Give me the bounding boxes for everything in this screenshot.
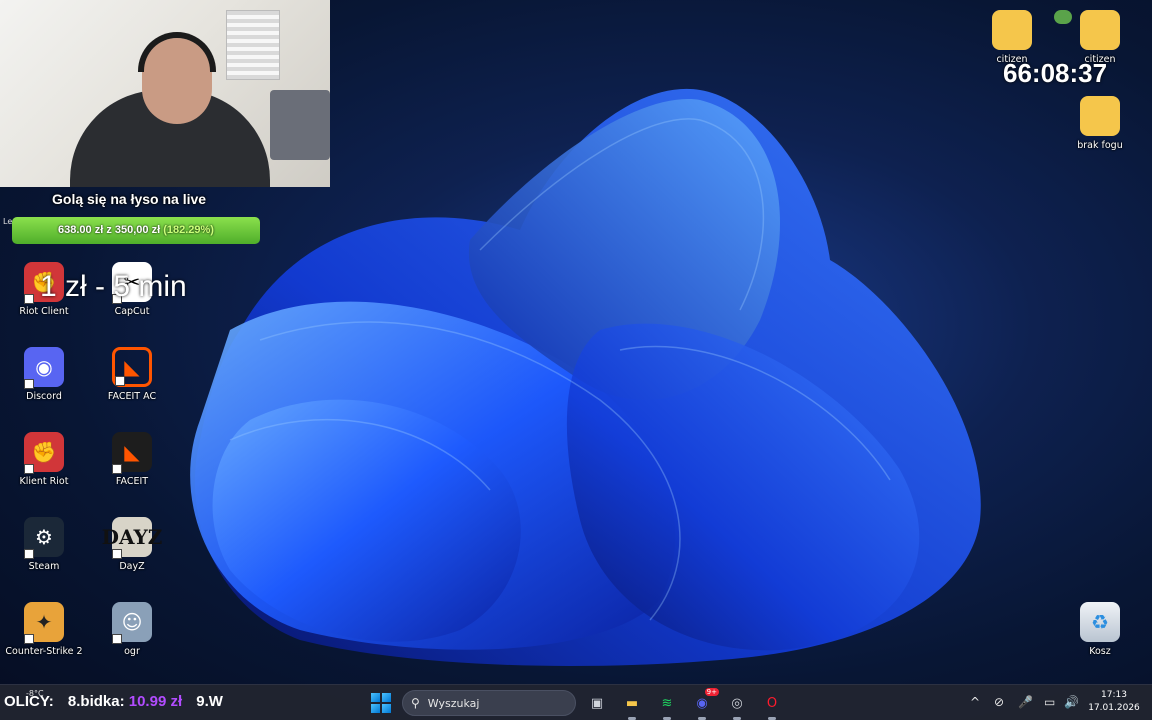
donation-goal-title: Golą się na łyso na live [52, 191, 207, 207]
taskbar-discord-button[interactable]: ◉ 9+ [690, 688, 719, 720]
faceit-ac-shield-icon: ◣ [112, 347, 152, 387]
taskbar-task-view-button[interactable]: ▣ [585, 691, 609, 715]
shortcut-arrow-icon [112, 549, 122, 559]
search-input[interactable] [427, 696, 558, 710]
shortcut-arrow-icon [24, 549, 34, 559]
discord-icon: ◉ [696, 695, 708, 711]
shortcut-arrow-icon [24, 379, 34, 389]
desktop-icon-label: FACEIT AC [107, 391, 157, 402]
cs2-icon: ✦ [24, 602, 64, 644]
desktop-icon-klient-riot[interactable]: ✊ Klient Riot [4, 432, 84, 487]
riot-fist-icon: ✊ [24, 432, 64, 474]
desktop-icon-discord[interactable]: ◉ Discord [4, 347, 84, 402]
recycle-bin-icon: ♻ [1080, 602, 1120, 642]
task-view-icon: ▣ [590, 695, 604, 711]
taskbar: -8°C OLICY: 8.bidka: 10.99 zł 9.W ⚲ ▣▬≋◉… [0, 684, 1152, 720]
desktop-icon-ogr[interactable]: ☺ ogr [92, 602, 172, 657]
donation-goal-text: 638.00 zł z 350,00 zł (182.29%) [58, 224, 214, 236]
window-blinds [226, 10, 280, 80]
desktop-icon-citizen-2[interactable]: citizen [1060, 10, 1140, 65]
desktop-icon-citizen-1[interactable]: citizen [972, 10, 1052, 65]
desktop-icon-faceit-ac[interactable]: ◣ FACEIT AC [92, 347, 172, 402]
desktop-icon-label: Steam [28, 561, 60, 572]
shortcut-arrow-icon [24, 294, 34, 304]
desktop-icon-steam[interactable]: ⚙ Steam [4, 517, 84, 572]
desktop-icon-label: Riot Client [19, 306, 69, 317]
show-hidden-icons-chevron-icon[interactable]: ^ [970, 695, 980, 709]
desktop-icon-faceit[interactable]: ◣ FACEIT [92, 432, 172, 487]
webcam-feed [0, 0, 330, 187]
folder-icon [1080, 96, 1120, 136]
windows-logo-icon [371, 693, 380, 702]
desktop-icon-label: DayZ [119, 561, 145, 572]
shortcut-arrow-icon [112, 464, 122, 474]
clock-date: 17.01.2026 [1088, 703, 1140, 713]
donation-goal-bar: 638.00 zł z 350,00 zł (182.29%) [12, 217, 260, 244]
shortcut-arrow-icon [24, 634, 34, 644]
desktop-icon-label: ogr [124, 646, 140, 657]
shortcut-arrow-icon [112, 634, 122, 644]
taskbar-clock[interactable]: 17:13 17.01.2026 [1088, 689, 1140, 715]
start-button[interactable] [371, 693, 391, 713]
shortcut-arrow-icon [24, 464, 34, 474]
folder-icon [992, 10, 1032, 50]
desktop-icon-label: Klient Riot [19, 476, 69, 487]
desktop-icon-dayz[interactable]: DAYZ DayZ [92, 517, 172, 572]
taskbar-file-explorer-button[interactable]: ▬ [620, 691, 644, 720]
bluetooth-off-icon[interactable]: ⊘ [994, 695, 1004, 709]
donation-timer-rate: 1 zł - 5 min [40, 270, 187, 303]
file-explorer-icon: ▬ [625, 695, 639, 711]
taskbar-obs-button[interactable]: ◎ [725, 691, 749, 720]
spotify-icon: ≋ [661, 695, 673, 711]
network-icon[interactable]: ▭ [1044, 695, 1055, 709]
steam-icon: ⚙ [24, 517, 64, 559]
desktop-icon-label: Discord [26, 391, 62, 402]
desktop-icon-label: Counter-Strike 2 [5, 646, 83, 657]
discord-icon: ◉ [24, 347, 64, 389]
shortcut-arrow-icon [115, 376, 125, 386]
desktop-icon-counter-strike-2[interactable]: ✦ Counter-Strike 2 [4, 602, 84, 657]
taskbar-spotify-button[interactable]: ≋ [655, 691, 679, 720]
folder-icon [1080, 10, 1120, 50]
opera-icon: O [766, 695, 778, 711]
faceit-icon: ◣ [112, 432, 152, 474]
side-label: Le [3, 217, 13, 226]
headset-icon [138, 32, 216, 72]
obs-icon: ◎ [731, 695, 743, 711]
taskbar-search[interactable]: ⚲ [402, 690, 576, 716]
volume-icon[interactable]: 🔊 [1064, 695, 1079, 709]
desktop-icon-label: FACEIT [115, 476, 149, 487]
bed [270, 90, 330, 160]
desktop-icon-label: CapCut [114, 306, 150, 317]
microphone-icon[interactable]: 🎤 [1018, 695, 1033, 709]
subathon-countdown: 66:08:37 [1003, 58, 1108, 88]
donation-ticker: OLICY: 8.bidka: 10.99 zł 9.W [4, 693, 223, 710]
desktop-icon-recycle-bin[interactable]: ♻ Kosz [1060, 602, 1140, 657]
ogr-photo-icon: ☺ [112, 602, 152, 644]
taskbar-opera-button[interactable]: O [760, 691, 784, 720]
search-icon: ⚲ [411, 696, 420, 710]
notification-badge: 9+ [704, 688, 719, 696]
desktop-icon-brak-fogu[interactable]: brak fogu [1060, 96, 1140, 151]
clock-time: 17:13 [1101, 690, 1127, 700]
dayz-icon: DAYZ [102, 517, 162, 559]
